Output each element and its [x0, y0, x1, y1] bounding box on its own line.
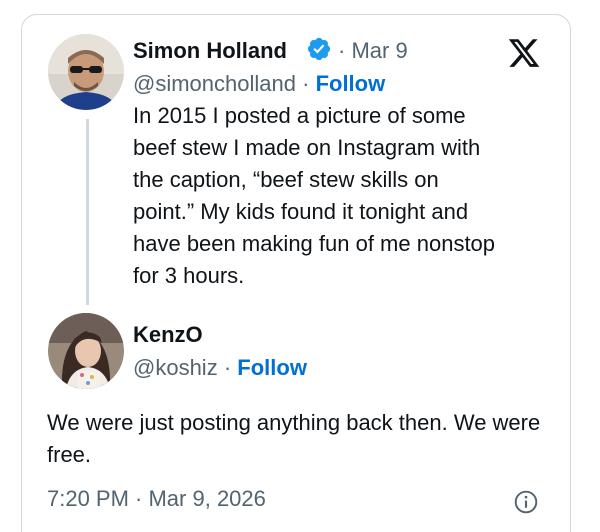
thread-connector-line [86, 119, 89, 305]
reply-author-display-name[interactable]: KenzO [133, 322, 203, 348]
info-icon[interactable] [513, 489, 539, 515]
avatar-simon-holland[interactable] [48, 34, 124, 110]
reply-timestamp[interactable]: 7:20 PM · Mar 9, 2026 [47, 486, 266, 512]
handle-separator: · [223, 355, 232, 380]
handle-separator: · [302, 71, 310, 96]
author-display-name[interactable]: Simon Holland [133, 38, 287, 64]
tweet-date[interactable]: · Mar 9 [338, 38, 408, 64]
follow-button-simon[interactable]: Follow [316, 71, 386, 96]
verified-badge-icon [307, 37, 331, 61]
avatar-kenzo[interactable] [48, 313, 124, 389]
follow-button-kenzo[interactable]: Follow [237, 355, 307, 380]
tweet-body: In 2015 I posted a picture of some beef … [133, 103, 496, 288]
reply-author-handle[interactable]: @koshiz [133, 355, 218, 380]
x-logo-icon[interactable] [506, 36, 542, 70]
author-handle-row: @simoncholland · Follow [133, 71, 385, 97]
author-handle[interactable]: @simoncholland [133, 71, 296, 96]
reply-handle-row: @koshiz · Follow [133, 355, 307, 381]
reply-body: We were just posting anything back then.… [47, 410, 541, 467]
